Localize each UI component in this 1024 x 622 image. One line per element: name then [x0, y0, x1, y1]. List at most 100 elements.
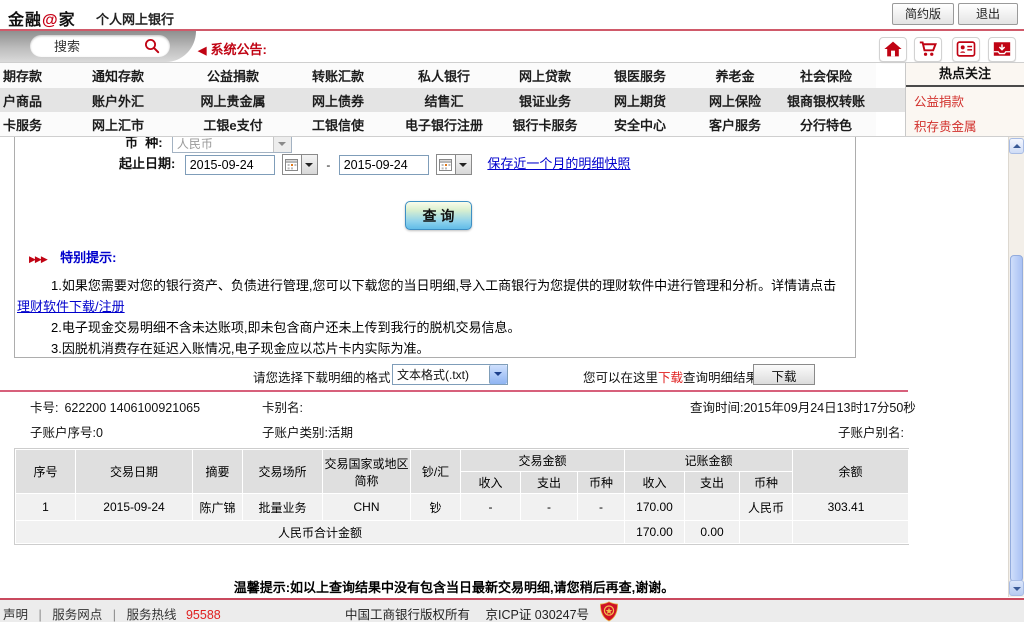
nav-item[interactable]: 通知存款 — [62, 66, 174, 85]
contacts-icon[interactable] — [952, 37, 980, 62]
calendar-to-button[interactable] — [436, 154, 472, 175]
download-button[interactable]: 下载 — [753, 364, 815, 385]
footer: 声明 | 服务网点 | 服务热线 95588 中国工商银行版权所有 京ICP证 … — [0, 598, 1024, 622]
chevron-down-icon — [455, 155, 471, 174]
footer-hotline-label: 服务热线 — [126, 608, 176, 622]
nav-item[interactable]: 网上保险 — [694, 91, 776, 110]
nav-item[interactable]: 客户服务 — [694, 115, 776, 134]
cell-book-income: 170.00 — [625, 494, 685, 521]
nav-item[interactable]: 公益捐款 — [174, 66, 292, 85]
download-format-select[interactable]: 文本格式(.txt) — [392, 364, 508, 385]
total-book-expense: 0.00 — [685, 521, 740, 544]
announcement-label: 系统公告: — [210, 42, 266, 57]
personal-online-banking-page: 金融@家 个人网上银行 简约版 退出 ◀ 系统公告: — [0, 0, 1024, 622]
query-button[interactable]: 查 询 — [405, 201, 472, 230]
nav-item[interactable]: 结售汇 — [384, 91, 504, 110]
nav-item[interactable]: 网上贷款 — [504, 66, 586, 85]
inbox-download-icon[interactable] — [988, 37, 1016, 62]
table-row: 1 2015-09-24 陈广锦 批量业务 CHN 钞 - - - 170.00… — [16, 494, 909, 521]
col-header-date: 交易日期 — [76, 450, 193, 494]
cell-cash: 钞 — [411, 494, 461, 521]
nav-item[interactable]: 银行卡服务 — [504, 115, 586, 134]
footer-separator: | — [113, 608, 116, 622]
nav-item[interactable]: 银商银权转账 — [776, 91, 876, 110]
date-to-input[interactable] — [339, 155, 429, 175]
search-tab-background — [0, 31, 196, 62]
nav-item[interactable]: 转账汇款 — [292, 66, 384, 85]
card-number-field: 卡号:622200 1406100921065 — [30, 397, 200, 416]
nav-item[interactable]: 卡服务 — [0, 115, 62, 134]
announcement-marker-icon: ◀ — [198, 45, 206, 57]
icp-license: 京ICP证 030247号 — [486, 608, 590, 622]
search-icon[interactable] — [144, 38, 160, 54]
nav-row-3: 卡服务 网上汇市 工银e支付 工银信使 电子银行注册 银行卡服务 安全中心 客户… — [0, 112, 876, 136]
logout-button[interactable]: 退出 — [958, 3, 1018, 25]
nav-item[interactable]: 网上贵金属 — [174, 91, 292, 110]
download-row: 请您选择下载明细的格式 文本格式(.txt) 您可以在这里下载查询明细结果 下载 — [0, 364, 1008, 386]
col-header-balance: 余额 — [793, 450, 909, 494]
sub-account-type-label: 子账户类别: — [262, 426, 328, 440]
sub-account-alias-label: 子账户别名: — [838, 426, 904, 440]
cell-balance: 303.41 — [793, 494, 909, 521]
cell-seq: 1 — [16, 494, 76, 521]
col-header-summary: 摘要 — [193, 450, 243, 494]
calendar-icon — [437, 155, 455, 174]
footer-link-statement[interactable]: 声明 — [3, 608, 28, 622]
nav-item[interactable]: 户商品 — [0, 91, 62, 110]
nav-item[interactable]: 账户外汇 — [62, 91, 174, 110]
triple-arrow-icon: ▶▶▶ — [29, 254, 47, 264]
nav-item[interactable]: 工银信使 — [292, 115, 384, 134]
nav-item[interactable]: 电子银行注册 — [384, 115, 504, 134]
scroll-down-button[interactable] — [1009, 580, 1024, 596]
cart-icon[interactable] — [914, 37, 942, 62]
date-separator: - — [326, 158, 330, 172]
query-time-value: 2015年09月24日13时17分50秒 — [743, 401, 915, 415]
simple-version-button[interactable]: 简约版 — [892, 3, 954, 25]
content-area: 币 种: 人民币 起止日期: - — [0, 137, 1008, 597]
search-input[interactable] — [52, 37, 144, 56]
sub-account-seq-value: 0 — [96, 426, 103, 440]
nav-item[interactable]: 工银e支付 — [174, 115, 292, 134]
finance-software-link[interactable]: 理财软件下载/注册 — [17, 299, 125, 314]
calendar-from-button[interactable] — [282, 154, 318, 175]
arrow-up-icon — [1013, 144, 1021, 148]
col-header-book-income: 收入 — [625, 472, 685, 494]
nav-item[interactable]: 期存款 — [0, 66, 62, 85]
note-item-1-text: 1.如果您需要对您的银行资产、负债进行管理,您可以下载您的当日明细,导入工商银行… — [51, 278, 836, 293]
nav-item[interactable]: 分行特色 — [776, 115, 876, 134]
home-icon[interactable] — [879, 37, 907, 62]
save-snapshot-link[interactable]: 保存近一个月的明细快照 — [487, 156, 630, 171]
brand-text-2: 家 — [59, 12, 76, 29]
hot-link-gold[interactable]: 积存贵金属 — [906, 112, 1024, 137]
top-bar: 金融@家 个人网上银行 简约版 退出 — [0, 0, 1024, 29]
scrollbar-thumb[interactable] — [1010, 255, 1023, 582]
nav-item[interactable]: 养老金 — [694, 66, 776, 85]
date-from-input[interactable] — [185, 155, 275, 175]
nav-item[interactable]: 社会保险 — [776, 66, 876, 85]
sub-account-type-field: 子账户类别:活期 — [262, 422, 353, 441]
vertical-scrollbar[interactable] — [1008, 137, 1024, 597]
chevron-down-icon — [273, 137, 291, 152]
nav-item[interactable]: 安全中心 — [586, 115, 694, 134]
nav-item[interactable]: 网上汇市 — [62, 115, 174, 134]
currency-select[interactable]: 人民币 — [172, 137, 292, 153]
warm-notice: 温馨提示:如以上查询结果中没有包含当日最新交易明细,请您稍后再查,谢谢。 — [0, 577, 908, 596]
sub-account-seq-field: 子账户序号:0 — [30, 422, 103, 441]
hot-topics-panel: 热点关注 公益捐款 积存贵金属 — [905, 63, 1024, 136]
table-total-row: 人民币合计金额 170.00 0.00 — [16, 521, 909, 544]
note-item-2: 2.电子现金交易明细不含未达账项,即未包含商户还未上传到我行的脱机交易信息。 — [15, 317, 851, 338]
brand-text: 金融 — [8, 12, 42, 29]
note-item-3: 3.因脱机消费存在延迟入账情况,电子现金应以芯片卡内实际为准。 — [15, 338, 851, 359]
download-hint-post: 查询明细结果 — [683, 371, 758, 385]
search-box[interactable] — [30, 35, 170, 57]
nav-item[interactable]: 网上债券 — [292, 91, 384, 110]
certification-badge-icon — [599, 601, 619, 622]
footer-link-branches[interactable]: 服务网点 — [52, 608, 102, 622]
nav-item[interactable]: 银证业务 — [504, 91, 586, 110]
nav-row-2: 户商品 账户外汇 网上贵金属 网上债券 结售汇 银证业务 网上期货 网上保险 银… — [0, 88, 905, 112]
scroll-up-button[interactable] — [1009, 138, 1024, 154]
nav-item[interactable]: 网上期货 — [586, 91, 694, 110]
hot-link-charity[interactable]: 公益捐款 — [906, 87, 1024, 112]
nav-item[interactable]: 银医服务 — [586, 66, 694, 85]
nav-item[interactable]: 私人银行 — [384, 66, 504, 85]
